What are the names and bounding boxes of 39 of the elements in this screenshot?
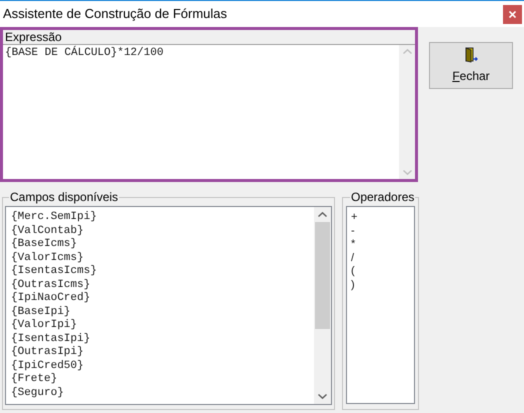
expression-text: {BASE DE CÁLCULO}*12/100 [5, 47, 164, 60]
list-item[interactable]: {Seguro} [11, 386, 64, 400]
list-item[interactable]: {BaseIpi} [11, 306, 70, 319]
scroll-up-icon [402, 49, 412, 54]
list-item[interactable]: {ValorIpi} [11, 319, 78, 332]
fields-group-title: Campos disponíveis [9, 189, 120, 206]
scroll-thumb[interactable] [315, 222, 330, 329]
list-item[interactable]: {OutrasIcms} [11, 278, 90, 292]
operators-listbox[interactable]: + - * / ( ) [346, 206, 416, 404]
scrollbar[interactable] [399, 45, 415, 179]
window-title: Assistente de Construção de Fórmulas [3, 5, 227, 24]
scroll-down-icon [318, 394, 327, 399]
scrollbar[interactable] [314, 207, 331, 404]
list-item[interactable]: / [351, 252, 354, 265]
list-item[interactable]: {IpiNaoCred} [11, 292, 90, 306]
list-item[interactable]: - [351, 224, 355, 238]
list-item[interactable]: {BaseIcms} [11, 238, 78, 252]
list-item[interactable]: {Frete} [11, 373, 58, 386]
door-exit-icon [463, 46, 479, 62]
list-item[interactable]: {ValorIcms} [11, 252, 84, 265]
fields-listbox[interactable]: {Merc.SemIpi} {ValContab} {BaseIcms} {ValorIcms} {IsentasIcms} {OutrasIcms} {IpiNaoCred} {BaseIpi} {ValorIpi} {IsentasIpi} {OutrasIpi} {IpiCred50} {Frete} {Seguro} [5, 206, 332, 405]
list-item[interactable]: + [351, 211, 358, 224]
list-item[interactable]: {IsentasIcms} [11, 265, 97, 278]
scroll-up-icon [318, 212, 327, 217]
list-item[interactable]: * [351, 238, 356, 252]
close-icon [509, 10, 516, 18]
operators-group-title: Operadores [350, 189, 416, 206]
list-item[interactable]: ( [351, 265, 355, 278]
close-button[interactable] [503, 4, 522, 24]
list-item[interactable]: {Merc.SemIpi} [11, 211, 97, 224]
expression-label: Expressão [5, 29, 62, 46]
scroll-down-icon [402, 170, 412, 175]
list-item[interactable]: {ValContab} [11, 224, 84, 238]
expression-field[interactable]: {BASE DE CÁLCULO}*12/100 [3, 45, 415, 179]
list-item[interactable]: {IsentasIpi} [11, 332, 90, 346]
list-item[interactable]: ) [351, 278, 355, 292]
close-dialog-button[interactable]: Fechar [429, 42, 513, 89]
list-item[interactable]: {OutrasIpi} [11, 346, 84, 360]
list-item[interactable]: {IpiCred50} [11, 360, 84, 373]
